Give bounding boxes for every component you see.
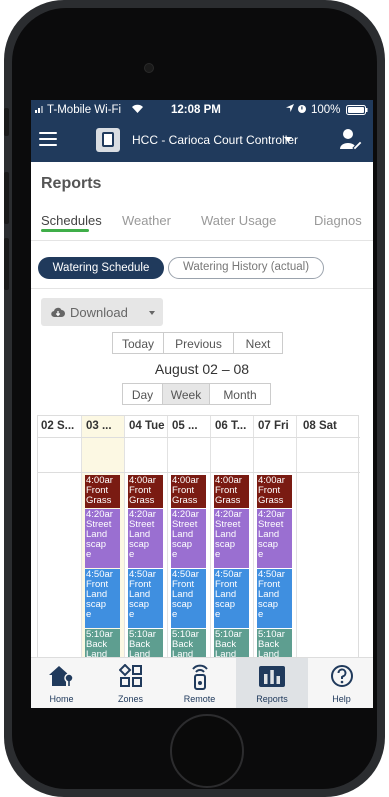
event-zone-label: e — [86, 549, 92, 560]
nav-label: Help — [332, 694, 351, 704]
report-tabs: Schedules Weather Water Usage Diagnos — [31, 208, 373, 241]
camera-icon — [144, 63, 154, 73]
reports-icon — [258, 664, 286, 693]
event-zone-label: Grass — [86, 495, 112, 506]
signal-icon — [35, 104, 45, 116]
nav-label: Remote — [183, 694, 216, 704]
volume-down-button — [4, 238, 9, 290]
column-header: 02 S... — [41, 420, 75, 432]
wifi-icon — [131, 103, 144, 117]
date-nav-group: Today Previous Next — [112, 332, 283, 354]
remote-icon — [190, 664, 210, 695]
nav-reports[interactable]: Reports — [236, 658, 308, 708]
schedule-event[interactable]: 4:50ar Front Land scap e — [85, 569, 120, 628]
controller-selector[interactable]: HCC - Carioca Court Controller — [132, 133, 298, 147]
date-range-label: August 02 – 08 — [154, 361, 250, 377]
active-tab-indicator — [41, 229, 89, 232]
schedule-event[interactable]: 4:00ar Front Grass — [85, 475, 120, 508]
nav-home[interactable]: Home — [33, 658, 90, 708]
schedule-event[interactable]: 4:50ar Front Land scap e — [128, 569, 163, 628]
schedule-event[interactable]: 4:00ar Front Grass — [257, 475, 292, 508]
event-zone-label: Grass — [215, 495, 241, 506]
event-zone-label: e — [172, 609, 178, 620]
column-header: 08 Sat — [303, 420, 337, 432]
nav-help[interactable]: Help — [313, 658, 370, 708]
header-divider — [38, 437, 360, 438]
view-week-button[interactable]: Week — [162, 383, 210, 405]
view-switcher: Day Week Month — [122, 383, 271, 405]
event-zone-label: e — [258, 609, 264, 620]
column-header: 06 T... — [215, 420, 247, 432]
download-label: Download — [70, 305, 128, 320]
tab-water-usage[interactable]: Water Usage — [201, 213, 276, 228]
schedule-event[interactable]: 4:50ar Front Land scap e — [257, 569, 292, 628]
schedule-event[interactable]: 4:00ar Front Grass — [171, 475, 206, 508]
app-bar: HCC - Carioca Court Controller — [31, 120, 373, 162]
location-icon — [285, 103, 295, 116]
schedule-event[interactable]: 4:20ar Street Land scap e — [257, 509, 292, 568]
alarm-icon — [297, 103, 307, 117]
chevron-down-icon[interactable] — [284, 137, 292, 142]
cloud-download-icon — [51, 306, 65, 318]
column-header: 03 ... — [86, 420, 112, 432]
user-wrench-icon[interactable] — [340, 127, 363, 151]
event-zone-label: e — [258, 549, 264, 560]
carrier-label: T-Mobile Wi-Fi — [47, 104, 122, 116]
event-zone-label: e — [86, 609, 92, 620]
event-zone-label: e — [215, 609, 221, 620]
event-zone-label: e — [215, 549, 221, 560]
event-zone-label: e — [172, 549, 178, 560]
menu-icon[interactable] — [39, 132, 57, 146]
mute-switch — [4, 108, 9, 136]
schedule-event[interactable]: 4:50ar Front Land scap e — [171, 569, 206, 628]
divider — [31, 288, 373, 289]
chevron-down-icon[interactable] — [149, 311, 155, 315]
zones-icon — [118, 663, 143, 693]
event-zone-label: Grass — [129, 495, 155, 506]
event-zone-label: e — [129, 609, 135, 620]
nav-remote[interactable]: Remote — [171, 658, 228, 708]
column-header: 07 Fri — [258, 420, 289, 432]
tab-schedules[interactable]: Schedules — [41, 213, 102, 228]
column-header: 04 Tue — [129, 420, 165, 432]
schedule-event[interactable]: 4:50ar Front Land scap e — [214, 569, 249, 628]
view-month-button[interactable]: Month — [209, 383, 271, 405]
schedule-event[interactable]: 4:00ar Front Grass — [214, 475, 249, 508]
schedule-event[interactable]: 4:20ar Street Land scap e — [85, 509, 120, 568]
schedule-event[interactable]: 4:20ar Street Land scap e — [128, 509, 163, 568]
watering-history-toggle[interactable]: Watering History (actual) — [168, 257, 324, 279]
tab-weather[interactable]: Weather — [122, 213, 171, 228]
next-button[interactable]: Next — [233, 332, 283, 354]
nav-label: Zones — [117, 694, 143, 704]
previous-button[interactable]: Previous — [163, 332, 234, 354]
status-bar: T-Mobile Wi-Fi 12:08 PM 100% — [31, 100, 373, 120]
all-day-divider — [38, 472, 360, 473]
home-icon — [48, 664, 76, 693]
schedule-event[interactable]: 4:20ar Street Land scap e — [171, 509, 206, 568]
watering-schedule-toggle[interactable]: Watering Schedule — [38, 257, 164, 279]
schedule-event[interactable]: 4:00ar Front Grass — [128, 475, 163, 508]
nav-zones[interactable]: Zones — [102, 658, 159, 708]
column-header: 05 ... — [172, 420, 198, 432]
page-title: Reports — [41, 175, 102, 192]
event-zone-label: Grass — [172, 495, 198, 506]
bottom-nav: Home Zones Remote Reports Help — [31, 657, 373, 708]
app-screen: T-Mobile Wi-Fi 12:08 PM 100% HCC - Cario… — [31, 100, 373, 708]
battery-label: 100% — [311, 104, 341, 116]
battery-icon — [346, 105, 368, 118]
view-day-button[interactable]: Day — [122, 383, 163, 405]
nav-label: Reports — [256, 694, 288, 704]
event-zone-label: Grass — [258, 495, 284, 506]
controller-icon[interactable] — [96, 128, 120, 152]
today-button[interactable]: Today — [112, 332, 164, 354]
schedule-event[interactable]: 4:20ar Street Land scap e — [214, 509, 249, 568]
volume-up-button — [4, 172, 9, 224]
help-icon — [330, 664, 354, 693]
download-button[interactable]: Download — [41, 298, 163, 326]
tab-diagnostics[interactable]: Diagnos — [314, 213, 362, 228]
clock: 12:08 PM — [171, 104, 221, 116]
event-zone-label: e — [129, 549, 135, 560]
nav-label: Home — [49, 694, 74, 704]
home-hardware-button[interactable] — [170, 714, 244, 788]
